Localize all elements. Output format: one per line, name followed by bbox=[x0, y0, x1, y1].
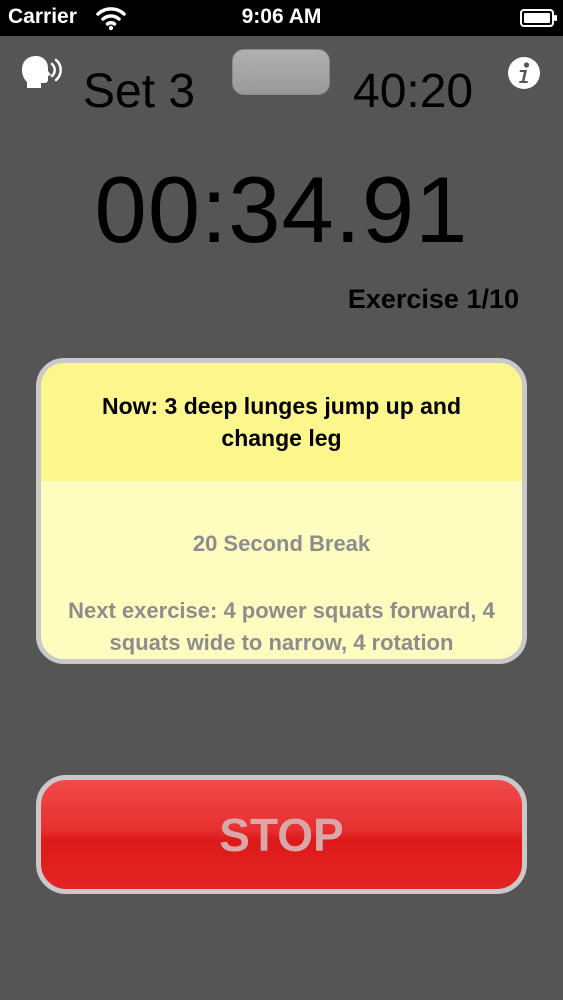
pause-pill-button[interactable] bbox=[232, 49, 330, 95]
main-timer: 00:34.91 bbox=[94, 157, 469, 262]
clock-time: 9:06 AM bbox=[241, 5, 322, 28]
exercise-counter: Exercise 1/10 bbox=[347, 284, 519, 314]
next-exercise: Next exercise: 4 power squats forward, 4… bbox=[68, 598, 495, 655]
battery-icon bbox=[520, 9, 557, 27]
stop-button[interactable]: STOP bbox=[36, 775, 527, 894]
current-exercise: Now: 3 deep lunges jump up and change le… bbox=[41, 363, 522, 481]
total-time: 40:20 bbox=[353, 65, 474, 118]
break-label: 20 Second Break bbox=[192, 531, 371, 556]
status-bar: Carrier 9:06 AM bbox=[0, 0, 563, 36]
info-icon[interactable] bbox=[507, 56, 541, 90]
speech-icon[interactable] bbox=[18, 54, 62, 90]
exercise-card: Now: 3 deep lunges jump up and change le… bbox=[36, 358, 527, 664]
set-label: Set 3 bbox=[83, 65, 196, 118]
